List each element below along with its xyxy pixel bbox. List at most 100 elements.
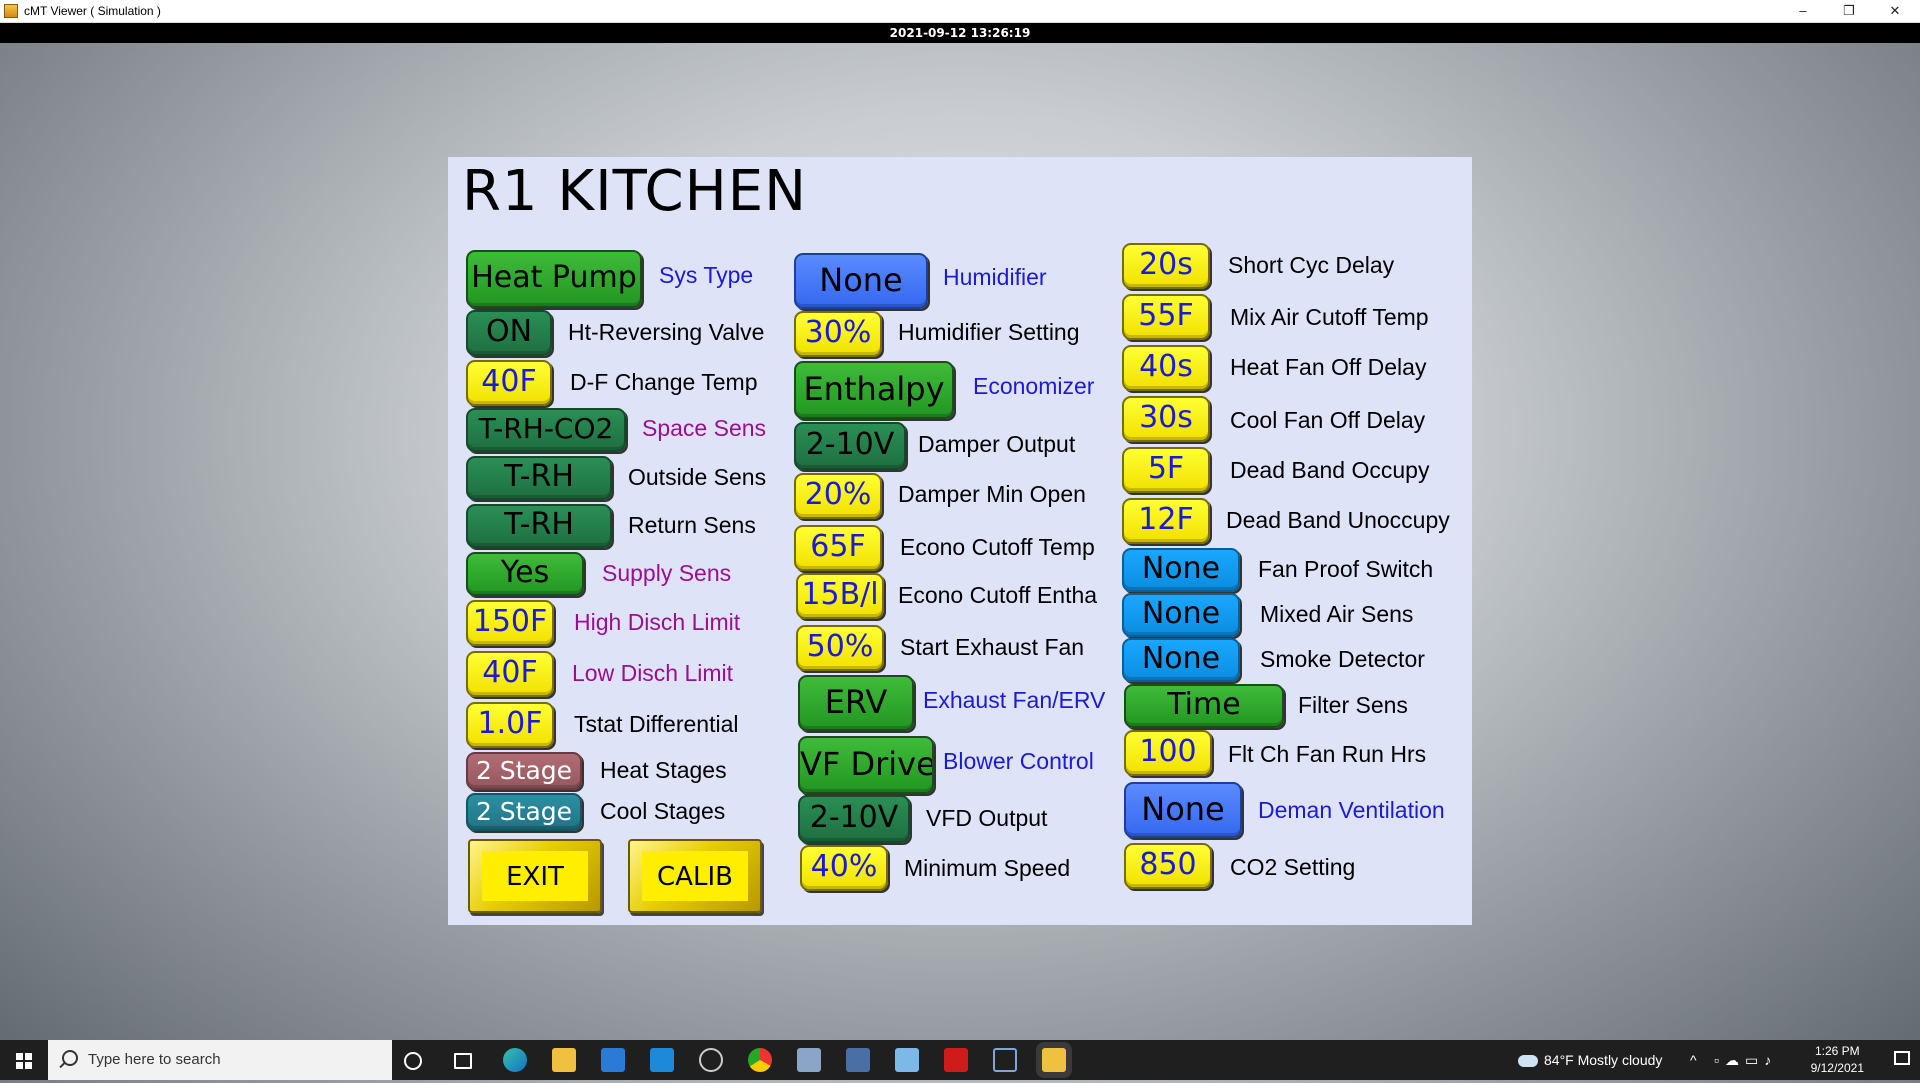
sys-type-button[interactable]: Heat Pump xyxy=(466,250,642,308)
blower-control-label: Blower Control xyxy=(943,748,1094,774)
start-button[interactable] xyxy=(0,1040,48,1080)
exhaust-fan-erv-button[interactable]: ERV xyxy=(798,675,914,731)
co2-setting-value[interactable]: 850 xyxy=(1124,843,1212,889)
datetime-display: 2021-09-12 13:26:19 xyxy=(889,26,1031,40)
cool-stages-button[interactable]: 2 Stage xyxy=(466,793,582,831)
short-cyc-delay-value[interactable]: 20s xyxy=(1122,243,1210,289)
remote-icon[interactable] xyxy=(993,1048,1017,1072)
sys-type-label: Sys Type xyxy=(659,262,754,288)
flt-ch-fan-run-hrs-value[interactable]: 100 xyxy=(1124,730,1212,776)
clock-time: 1:26 PM xyxy=(1814,1044,1860,1058)
close-button[interactable]: ✕ xyxy=(1872,0,1918,22)
shield-app-icon[interactable] xyxy=(846,1048,870,1072)
chrome-icon[interactable] xyxy=(748,1048,772,1072)
exhaust-fan-erv-label: Exhaust Fan/ERV xyxy=(923,687,1106,713)
economizer-button[interactable]: Enthalpy xyxy=(794,361,954,419)
humidifier-setting-value[interactable]: 30% xyxy=(794,311,882,357)
start-exhaust-fan-value[interactable]: 50% xyxy=(796,625,884,671)
heat-stages-label: Heat Stages xyxy=(600,757,727,783)
acrobat-icon[interactable] xyxy=(944,1048,968,1072)
heat-fan-off-delay-value[interactable]: 40s xyxy=(1122,345,1210,391)
cool-stages-label: Cool Stages xyxy=(600,798,726,824)
store-icon[interactable] xyxy=(601,1048,625,1072)
tstat-differential-value[interactable]: 1.0F xyxy=(466,702,554,748)
notifications-icon[interactable] xyxy=(1894,1051,1910,1065)
cool-fan-off-delay-label: Cool Fan Off Delay xyxy=(1230,407,1426,433)
app-icon-generic[interactable] xyxy=(797,1048,821,1072)
mix-air-cutoff-temp-label: Mix Air Cutoff Temp xyxy=(1230,304,1429,330)
weather-widget[interactable]: 84°F Mostly cloudy xyxy=(1518,1040,1662,1080)
window-titlebar: cMT Viewer ( Simulation ) – ❐ ✕ xyxy=(0,0,1920,23)
vfd-output-label: VFD Output xyxy=(926,805,1048,831)
outside-sens-label: Outside Sens xyxy=(628,464,767,490)
econo-cutoff-entha-value[interactable]: 15B/l xyxy=(796,573,884,619)
windows-logo-icon xyxy=(16,1053,32,1069)
task-view-icon[interactable] xyxy=(454,1053,472,1069)
mail-icon[interactable] xyxy=(650,1048,674,1072)
deman-ventilation-button[interactable]: None xyxy=(1124,782,1242,838)
outside-sens-button[interactable]: T-RH xyxy=(466,456,612,500)
humidifier-button[interactable]: None xyxy=(794,253,928,309)
fan-proof-switch-label: Fan Proof Switch xyxy=(1258,556,1434,582)
search-icon xyxy=(62,1050,78,1066)
supply-sens-button[interactable]: Yes xyxy=(466,552,584,596)
mix-air-cutoff-temp-value[interactable]: 55F xyxy=(1122,294,1210,340)
dead-band-unoccupy-label: Dead Band Unoccupy xyxy=(1226,507,1450,533)
fan-proof-switch-button[interactable]: None xyxy=(1122,548,1240,592)
hmi-panel: R1 KITCHEN Heat Pump Sys Type ON Ht-Reve… xyxy=(448,157,1472,925)
cloud-icon xyxy=(1518,1055,1538,1068)
dead-band-occupy-value[interactable]: 5F xyxy=(1122,447,1210,493)
return-sens-label: Return Sens xyxy=(628,512,756,538)
dead-band-unoccupy-value[interactable]: 12F xyxy=(1122,498,1210,544)
taskbar-search-box[interactable]: Type here to search xyxy=(48,1040,392,1080)
deman-ventilation-label: Deman Ventilation xyxy=(1258,797,1445,823)
weather-text: 84°F Mostly cloudy xyxy=(1544,1052,1663,1068)
taskbar-clock[interactable]: 1:26 PM 9/12/2021 xyxy=(1811,1043,1864,1077)
supply-sens-label: Supply Sens xyxy=(602,560,732,586)
cool-fan-off-delay-value[interactable]: 30s xyxy=(1122,396,1210,442)
exit-button[interactable]: EXIT xyxy=(468,839,602,913)
ht-reversing-valve-label: Ht-Reversing Valve xyxy=(568,319,765,345)
window-title: cMT Viewer ( Simulation ) xyxy=(24,4,161,18)
damper-output-button[interactable]: 2-10V xyxy=(794,422,906,470)
search-placeholder: Type here to search xyxy=(88,1051,221,1068)
df-change-temp-label: D-F Change Temp xyxy=(570,369,758,395)
ht-reversing-valve-button[interactable]: ON xyxy=(466,310,552,356)
filter-sens-label: Filter Sens xyxy=(1298,692,1408,718)
file-explorer-icon[interactable] xyxy=(552,1048,576,1072)
system-tray-icons[interactable]: ▫☁▭♪ xyxy=(1714,1040,1794,1080)
blower-control-button[interactable]: VF Drive xyxy=(798,736,934,794)
mixed-air-sens-button[interactable]: None xyxy=(1122,593,1240,637)
heat-stages-button[interactable]: 2 Stage xyxy=(466,752,582,790)
filter-sens-button[interactable]: Time xyxy=(1124,684,1284,728)
econo-cutoff-temp-value[interactable]: 65F xyxy=(794,525,882,571)
restore-button[interactable]: ❐ xyxy=(1826,0,1872,22)
smoke-detector-button[interactable]: None xyxy=(1122,638,1240,682)
cmt-viewer-icon[interactable] xyxy=(1042,1048,1066,1072)
smoke-detector-label: Smoke Detector xyxy=(1260,646,1425,672)
vfd-output-button[interactable]: 2-10V xyxy=(798,795,910,843)
damper-min-open-label: Damper Min Open xyxy=(898,481,1086,507)
high-disch-limit-value[interactable]: 150F xyxy=(466,600,554,646)
space-sens-button[interactable]: T-RH-CO2 xyxy=(466,408,626,452)
heat-fan-off-delay-label: Heat Fan Off Delay xyxy=(1230,354,1427,380)
short-cyc-delay-label: Short Cyc Delay xyxy=(1228,252,1395,278)
dell-icon[interactable] xyxy=(699,1048,723,1072)
calib-button[interactable]: CALIB xyxy=(628,839,762,913)
cortana-icon[interactable] xyxy=(404,1052,422,1070)
tray-chevron-icon[interactable]: ^ xyxy=(1690,1040,1697,1080)
low-disch-limit-value[interactable]: 40F xyxy=(466,651,554,697)
tool-icon[interactable] xyxy=(895,1048,919,1072)
low-disch-limit-label: Low Disch Limit xyxy=(572,660,734,686)
exit-button-label: EXIT xyxy=(482,851,588,901)
page-title: R1 KITCHEN xyxy=(462,159,807,224)
df-change-temp-value[interactable]: 40F xyxy=(466,360,552,406)
dead-band-occupy-label: Dead Band Occupy xyxy=(1230,457,1430,483)
datetime-bar: 2021-09-12 13:26:19 xyxy=(0,23,1920,43)
minimize-button[interactable]: – xyxy=(1780,0,1826,22)
return-sens-button[interactable]: T-RH xyxy=(466,504,612,548)
edge-icon[interactable] xyxy=(503,1048,527,1072)
minimum-speed-value[interactable]: 40% xyxy=(800,845,888,891)
damper-min-open-value[interactable]: 20% xyxy=(794,473,882,519)
high-disch-limit-label: High Disch Limit xyxy=(574,609,741,635)
